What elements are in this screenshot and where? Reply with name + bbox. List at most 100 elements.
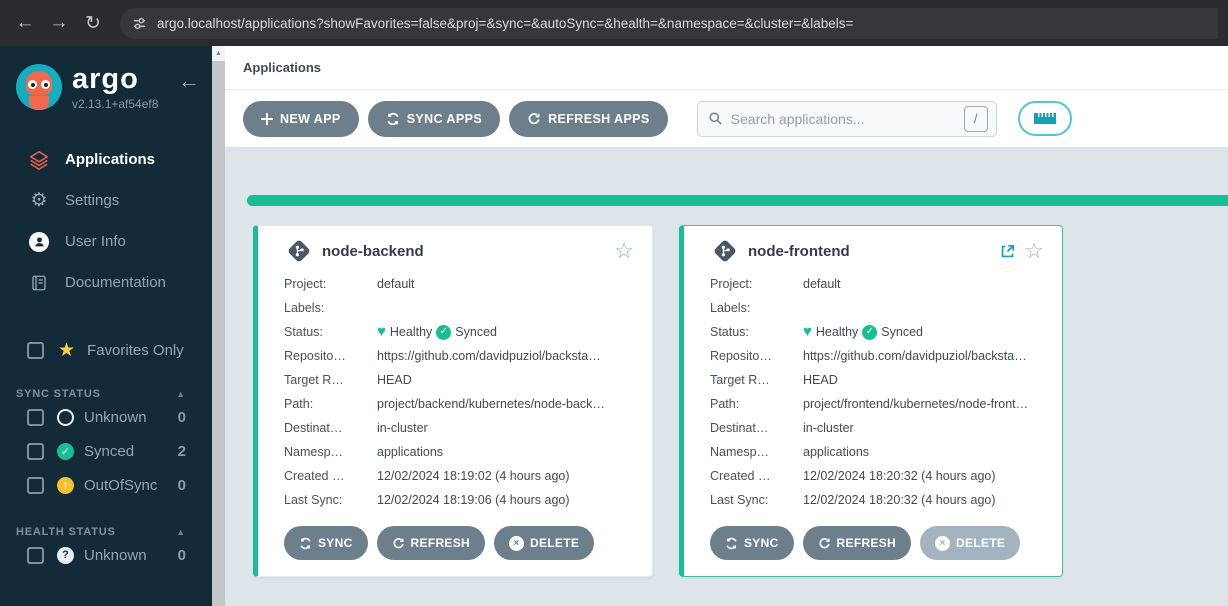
favorites-label: Favorites Only xyxy=(87,342,184,359)
search-box[interactable]: / xyxy=(697,101,997,137)
sidebar: argo v2.13.1+af54ef8 ← Applications ⚙ Se… xyxy=(0,46,212,606)
checkbox[interactable] xyxy=(27,477,44,494)
checkbox[interactable] xyxy=(27,409,44,426)
sidebar-item-label: Settings xyxy=(65,192,119,209)
refresh-button[interactable]: REFRESH xyxy=(803,526,911,560)
breadcrumb: Applications xyxy=(225,46,1228,90)
filter-label: Unknown xyxy=(84,547,147,564)
sidebar-item-label: Applications xyxy=(65,151,155,168)
delete-button[interactable]: × DELETE xyxy=(494,526,594,560)
applications-toolbar: NEW APP SYNC APPS REFRESH APPS xyxy=(225,90,1228,147)
synced-check-icon: ✓ xyxy=(57,443,74,460)
delete-button[interactable]: × DELETE xyxy=(920,526,1020,560)
sync-button[interactable]: SYNC xyxy=(284,526,368,560)
field-value: default xyxy=(377,272,634,296)
field-label: Created … xyxy=(284,464,377,488)
field-value: in-cluster xyxy=(803,416,1044,440)
address-bar[interactable]: argo.localhost/applications?showFavorite… xyxy=(120,8,1218,39)
scroll-up-icon[interactable]: ▲ xyxy=(212,46,225,61)
favorites-only-filter[interactable]: ★ Favorites Only xyxy=(27,339,212,362)
user-icon xyxy=(27,232,51,252)
health-progress-bar xyxy=(247,195,1228,206)
search-input[interactable] xyxy=(731,111,956,127)
sidebar-item-settings[interactable]: ⚙ Settings xyxy=(0,180,212,221)
application-git-icon xyxy=(710,238,740,264)
delete-x-icon: × xyxy=(509,536,524,551)
field-label: Project: xyxy=(284,272,377,296)
refresh-icon xyxy=(392,537,405,550)
filter-sync-unknown[interactable]: Unknown 0 xyxy=(27,400,186,434)
refresh-apps-button[interactable]: REFRESH APPS xyxy=(509,101,668,137)
application-name: node-backend xyxy=(322,243,424,260)
tiles-view-icon xyxy=(1034,113,1056,124)
field-label: Labels: xyxy=(710,296,803,320)
field-label: Destinat… xyxy=(284,416,377,440)
sync-status-text: Synced xyxy=(455,320,497,344)
plus-icon xyxy=(261,113,273,125)
field-label: Last Sync: xyxy=(710,488,803,512)
synced-check-icon: ✓ xyxy=(436,325,451,340)
field-value: HEAD xyxy=(803,368,1044,392)
filter-sync-outofsync[interactable]: ↑ OutOfSync 0 xyxy=(27,468,186,502)
sync-icon xyxy=(386,112,400,126)
favorite-star-icon[interactable]: ☆ xyxy=(614,240,634,262)
field-label: Target R… xyxy=(710,368,803,392)
field-label: Target R… xyxy=(284,368,377,392)
field-value xyxy=(377,296,634,320)
book-icon xyxy=(27,274,51,292)
sidebar-item-label: Documentation xyxy=(65,274,166,291)
field-value: project/frontend/kubernetes/node-front… xyxy=(803,392,1044,416)
outofsync-arrow-icon: ↑ xyxy=(57,477,74,494)
sidebar-item-documentation[interactable]: Documentation xyxy=(0,262,212,303)
sync-unknown-icon xyxy=(57,409,74,426)
field-label: Path: xyxy=(710,392,803,416)
application-card-node-backend[interactable]: node-backend ☆ Project:default Labels: S… xyxy=(253,225,653,577)
sync-apps-button[interactable]: SYNC APPS xyxy=(368,101,500,137)
filter-sync-synced[interactable]: ✓ Synced 2 xyxy=(27,434,186,468)
field-label: Project: xyxy=(710,272,803,296)
healthy-heart-icon: ♥ xyxy=(377,320,386,344)
vertical-scrollbar[interactable]: ▲ xyxy=(212,46,225,606)
field-value: 12/02/2024 18:20:32 (4 hours ago) xyxy=(803,488,1044,512)
scrollbar-thumb[interactable] xyxy=(212,61,225,606)
browser-forward-icon[interactable]: → xyxy=(42,6,76,40)
favorite-star-icon[interactable]: ☆ xyxy=(1024,240,1044,262)
field-label: Reposito… xyxy=(710,344,803,368)
external-link-icon[interactable] xyxy=(999,243,1016,260)
sync-status-section-header: SYNC STATUS ▲ xyxy=(16,388,186,400)
sidebar-item-applications[interactable]: Applications xyxy=(0,139,212,180)
sidebar-collapse-icon[interactable]: ← xyxy=(178,64,200,92)
checkbox[interactable] xyxy=(27,547,44,564)
checkbox[interactable] xyxy=(27,443,44,460)
sync-status-text: Synced xyxy=(881,320,923,344)
sync-button[interactable]: SYNC xyxy=(710,526,794,560)
field-label: Reposito… xyxy=(284,344,377,368)
tiles-view-toggle[interactable] xyxy=(1018,101,1072,136)
sidebar-item-label: User Info xyxy=(65,233,126,250)
field-value: project/backend/kubernetes/node-back… xyxy=(377,392,634,416)
collapse-triangle-icon[interactable]: ▲ xyxy=(176,527,186,537)
sidebar-item-user-info[interactable]: User Info xyxy=(0,221,212,262)
field-value: 12/02/2024 18:20:32 (4 hours ago) xyxy=(803,464,1044,488)
browser-back-icon[interactable]: ← xyxy=(8,6,42,40)
logo-row: argo v2.13.1+af54ef8 ← xyxy=(0,46,212,111)
refresh-button[interactable]: REFRESH xyxy=(377,526,485,560)
site-settings-icon[interactable] xyxy=(132,16,147,31)
page-title: Applications xyxy=(243,60,321,75)
filter-health-unknown[interactable]: ? Unknown 0 xyxy=(27,538,186,572)
application-name: node-frontend xyxy=(748,243,850,260)
health-status-text: Healthy xyxy=(816,320,858,344)
application-card-node-frontend[interactable]: node-frontend ☆ Project:default Labels: … xyxy=(679,225,1063,577)
browser-reload-icon[interactable]: ↻ xyxy=(76,6,110,40)
filter-count: 0 xyxy=(178,477,186,494)
sync-icon xyxy=(299,537,312,550)
health-status-section-header: HEALTH STATUS ▲ xyxy=(16,526,186,538)
field-value xyxy=(803,296,1044,320)
favorites-checkbox[interactable] xyxy=(27,342,44,359)
refresh-icon xyxy=(818,537,831,550)
collapse-triangle-icon[interactable]: ▲ xyxy=(176,389,186,399)
filter-label: OutOfSync xyxy=(84,477,157,494)
field-value: default xyxy=(803,272,1044,296)
new-app-button[interactable]: NEW APP xyxy=(243,101,359,137)
field-label: Labels: xyxy=(284,296,377,320)
